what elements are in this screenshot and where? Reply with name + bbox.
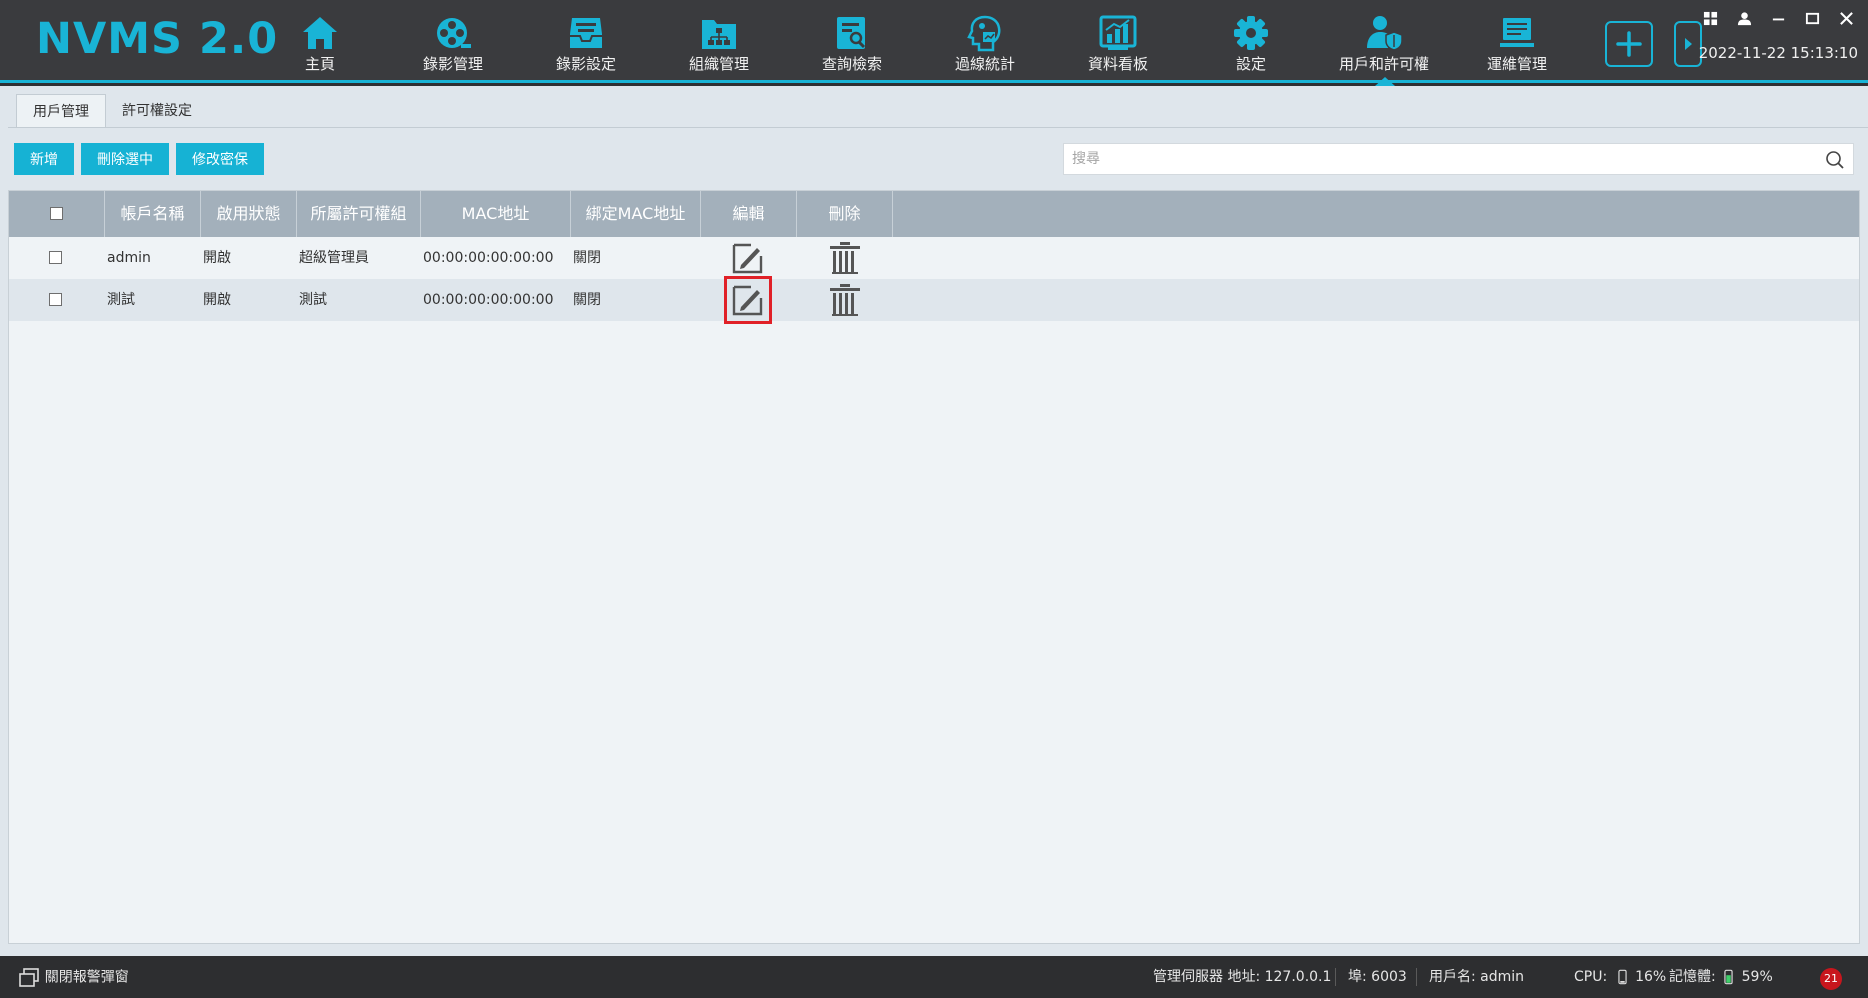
header-account-name[interactable]: 帳戶名稱 <box>105 191 201 237</box>
top-navigation-bar: NVMS 2.0 主頁 錄影管理 錄影設定 組織管理 查詢檢索 過線統計 資料看… <box>0 0 1868 86</box>
tab-bar: 用戶管理 許可權設定 <box>16 94 208 128</box>
maximize-icon[interactable] <box>1802 8 1822 28</box>
edit-button-highlighted[interactable] <box>724 276 772 324</box>
user-shield-icon <box>1367 16 1403 51</box>
play-arrow-icon <box>1685 38 1692 50</box>
table-header: 帳戶名稱 啟用狀態 所屬許可權組 MAC地址 綁定MAC地址 編輯 刪除 <box>9 191 1859 237</box>
bar-chart-board-icon <box>1099 15 1137 50</box>
cell-account-name: 測試 <box>107 292 135 308</box>
edit-pencil-icon <box>732 243 763 274</box>
nav-settings[interactable]: 設定 <box>1186 8 1316 76</box>
status-separator <box>1335 968 1336 986</box>
search-box <box>1063 143 1854 175</box>
row-checkbox[interactable] <box>49 251 62 264</box>
tab-user-management[interactable]: 用戶管理 <box>16 94 106 128</box>
server-port: 埠: 6003 <box>1348 969 1407 985</box>
close-icon[interactable] <box>1836 8 1856 28</box>
plus-icon <box>1616 31 1642 57</box>
film-reel-icon <box>437 18 471 48</box>
cell-account-name: admin <box>107 250 151 266</box>
home-icon <box>303 17 337 49</box>
header-edit: 編輯 <box>701 191 797 237</box>
header-enable-status[interactable]: 啟用狀態 <box>201 191 297 237</box>
row-checkbox[interactable] <box>49 293 62 306</box>
cell-enable-status: 開啟 <box>203 292 231 308</box>
inbox-tray-icon <box>570 18 602 48</box>
delete-button[interactable] <box>828 241 862 275</box>
cell-bind-mac: 關閉 <box>573 292 601 308</box>
nav-users-permissions[interactable]: 用戶和許可權 <box>1319 8 1449 86</box>
memory-battery-icon <box>1724 969 1733 985</box>
app-logo: NVMS 2.0 <box>36 14 279 64</box>
nav-recording-management[interactable]: 錄影管理 <box>388 8 518 76</box>
head-analytics-icon <box>967 15 1001 52</box>
nav-query-search[interactable]: 查詢檢索 <box>787 8 917 76</box>
server-address: 管理伺服器 地址: 127.0.0.1 <box>1153 969 1332 985</box>
gear-icon <box>1234 16 1268 50</box>
trash-icon <box>830 242 860 274</box>
window-controls <box>1700 8 1856 28</box>
tab-divider <box>8 127 1868 128</box>
search-icon[interactable] <box>1825 150 1845 170</box>
alarm-count-badge[interactable]: 21 <box>1820 968 1842 990</box>
close-alarm-popup-toggle[interactable]: 關閉報警彈窗 <box>18 956 129 998</box>
edit-pencil-icon <box>732 285 763 316</box>
header-mac-address[interactable]: MAC地址 <box>421 191 571 237</box>
minimize-icon[interactable] <box>1768 8 1788 28</box>
tab-permission-settings[interactable]: 許可權設定 <box>106 94 208 128</box>
nav-home[interactable]: 主頁 <box>255 8 385 76</box>
status-separator <box>1416 968 1417 986</box>
header-select-all-cell <box>9 191 105 237</box>
trash-icon <box>830 284 860 316</box>
main-content: 用戶管理 許可權設定 新增 刪除選中 修改密保 帳戶名稱 啟用狀態 所屬許可權組… <box>0 86 1868 956</box>
table-row[interactable]: admin 開啟 超級管理員 00:00:00:00:00:00 關閉 <box>9 237 1859 279</box>
table-row[interactable]: 測試 開啟 測試 00:00:00:00:00:00 關閉 <box>9 276 1859 324</box>
user-table: 帳戶名稱 啟用狀態 所屬許可權組 MAC地址 綁定MAC地址 編輯 刪除 adm… <box>8 190 1860 944</box>
nav-organization-management[interactable]: 組織管理 <box>654 8 784 76</box>
cell-mac-address: 00:00:00:00:00:00 <box>423 250 554 266</box>
nav-recording-settings[interactable]: 錄影設定 <box>521 8 651 76</box>
select-all-checkbox[interactable] <box>50 207 63 220</box>
add-button[interactable]: 新增 <box>14 143 74 175</box>
header-permission-group[interactable]: 所屬許可權組 <box>297 191 421 237</box>
status-bar: 關閉報警彈窗 管理伺服器 地址: 127.0.0.1 埠: 6003 用戶名: … <box>0 956 1868 998</box>
cell-bind-mac: 關閉 <box>573 250 601 266</box>
memory-usage: 記憶體: 59% <box>1669 969 1773 985</box>
cell-permission-group: 測試 <box>299 292 327 308</box>
header-bind-mac[interactable]: 綁定MAC地址 <box>571 191 701 237</box>
nav-operations-management[interactable]: 運維管理 <box>1452 8 1582 76</box>
cell-permission-group: 超級管理員 <box>299 250 369 266</box>
windows-stack-icon <box>19 967 39 987</box>
edit-button[interactable] <box>731 241 765 275</box>
cell-mac-address: 00:00:00:00:00:00 <box>423 292 554 308</box>
datetime-display: 2022-11-22 15:13:10 <box>1698 44 1858 62</box>
grid-layout-icon[interactable] <box>1700 8 1720 28</box>
change-security-question-button[interactable]: 修改密保 <box>176 143 264 175</box>
header-delete: 刪除 <box>797 191 893 237</box>
org-folder-icon <box>702 20 736 49</box>
cell-enable-status: 開啟 <box>203 250 231 266</box>
nav-data-board[interactable]: 資料看板 <box>1053 8 1183 76</box>
monitor-maintenance-icon <box>1500 18 1534 47</box>
document-search-icon <box>837 17 866 49</box>
add-view-button[interactable] <box>1605 21 1653 67</box>
delete-selected-button[interactable]: 刪除選中 <box>81 143 169 175</box>
user-account-icon[interactable] <box>1734 8 1754 28</box>
cpu-battery-icon <box>1618 969 1627 985</box>
search-input[interactable] <box>1072 144 1812 174</box>
nav-line-crossing-stats[interactable]: 過線統計 <box>920 8 1050 76</box>
delete-button[interactable] <box>828 283 862 317</box>
cpu-usage: CPU: 16% <box>1574 969 1667 985</box>
current-user: 用戶名: admin <box>1429 969 1525 985</box>
